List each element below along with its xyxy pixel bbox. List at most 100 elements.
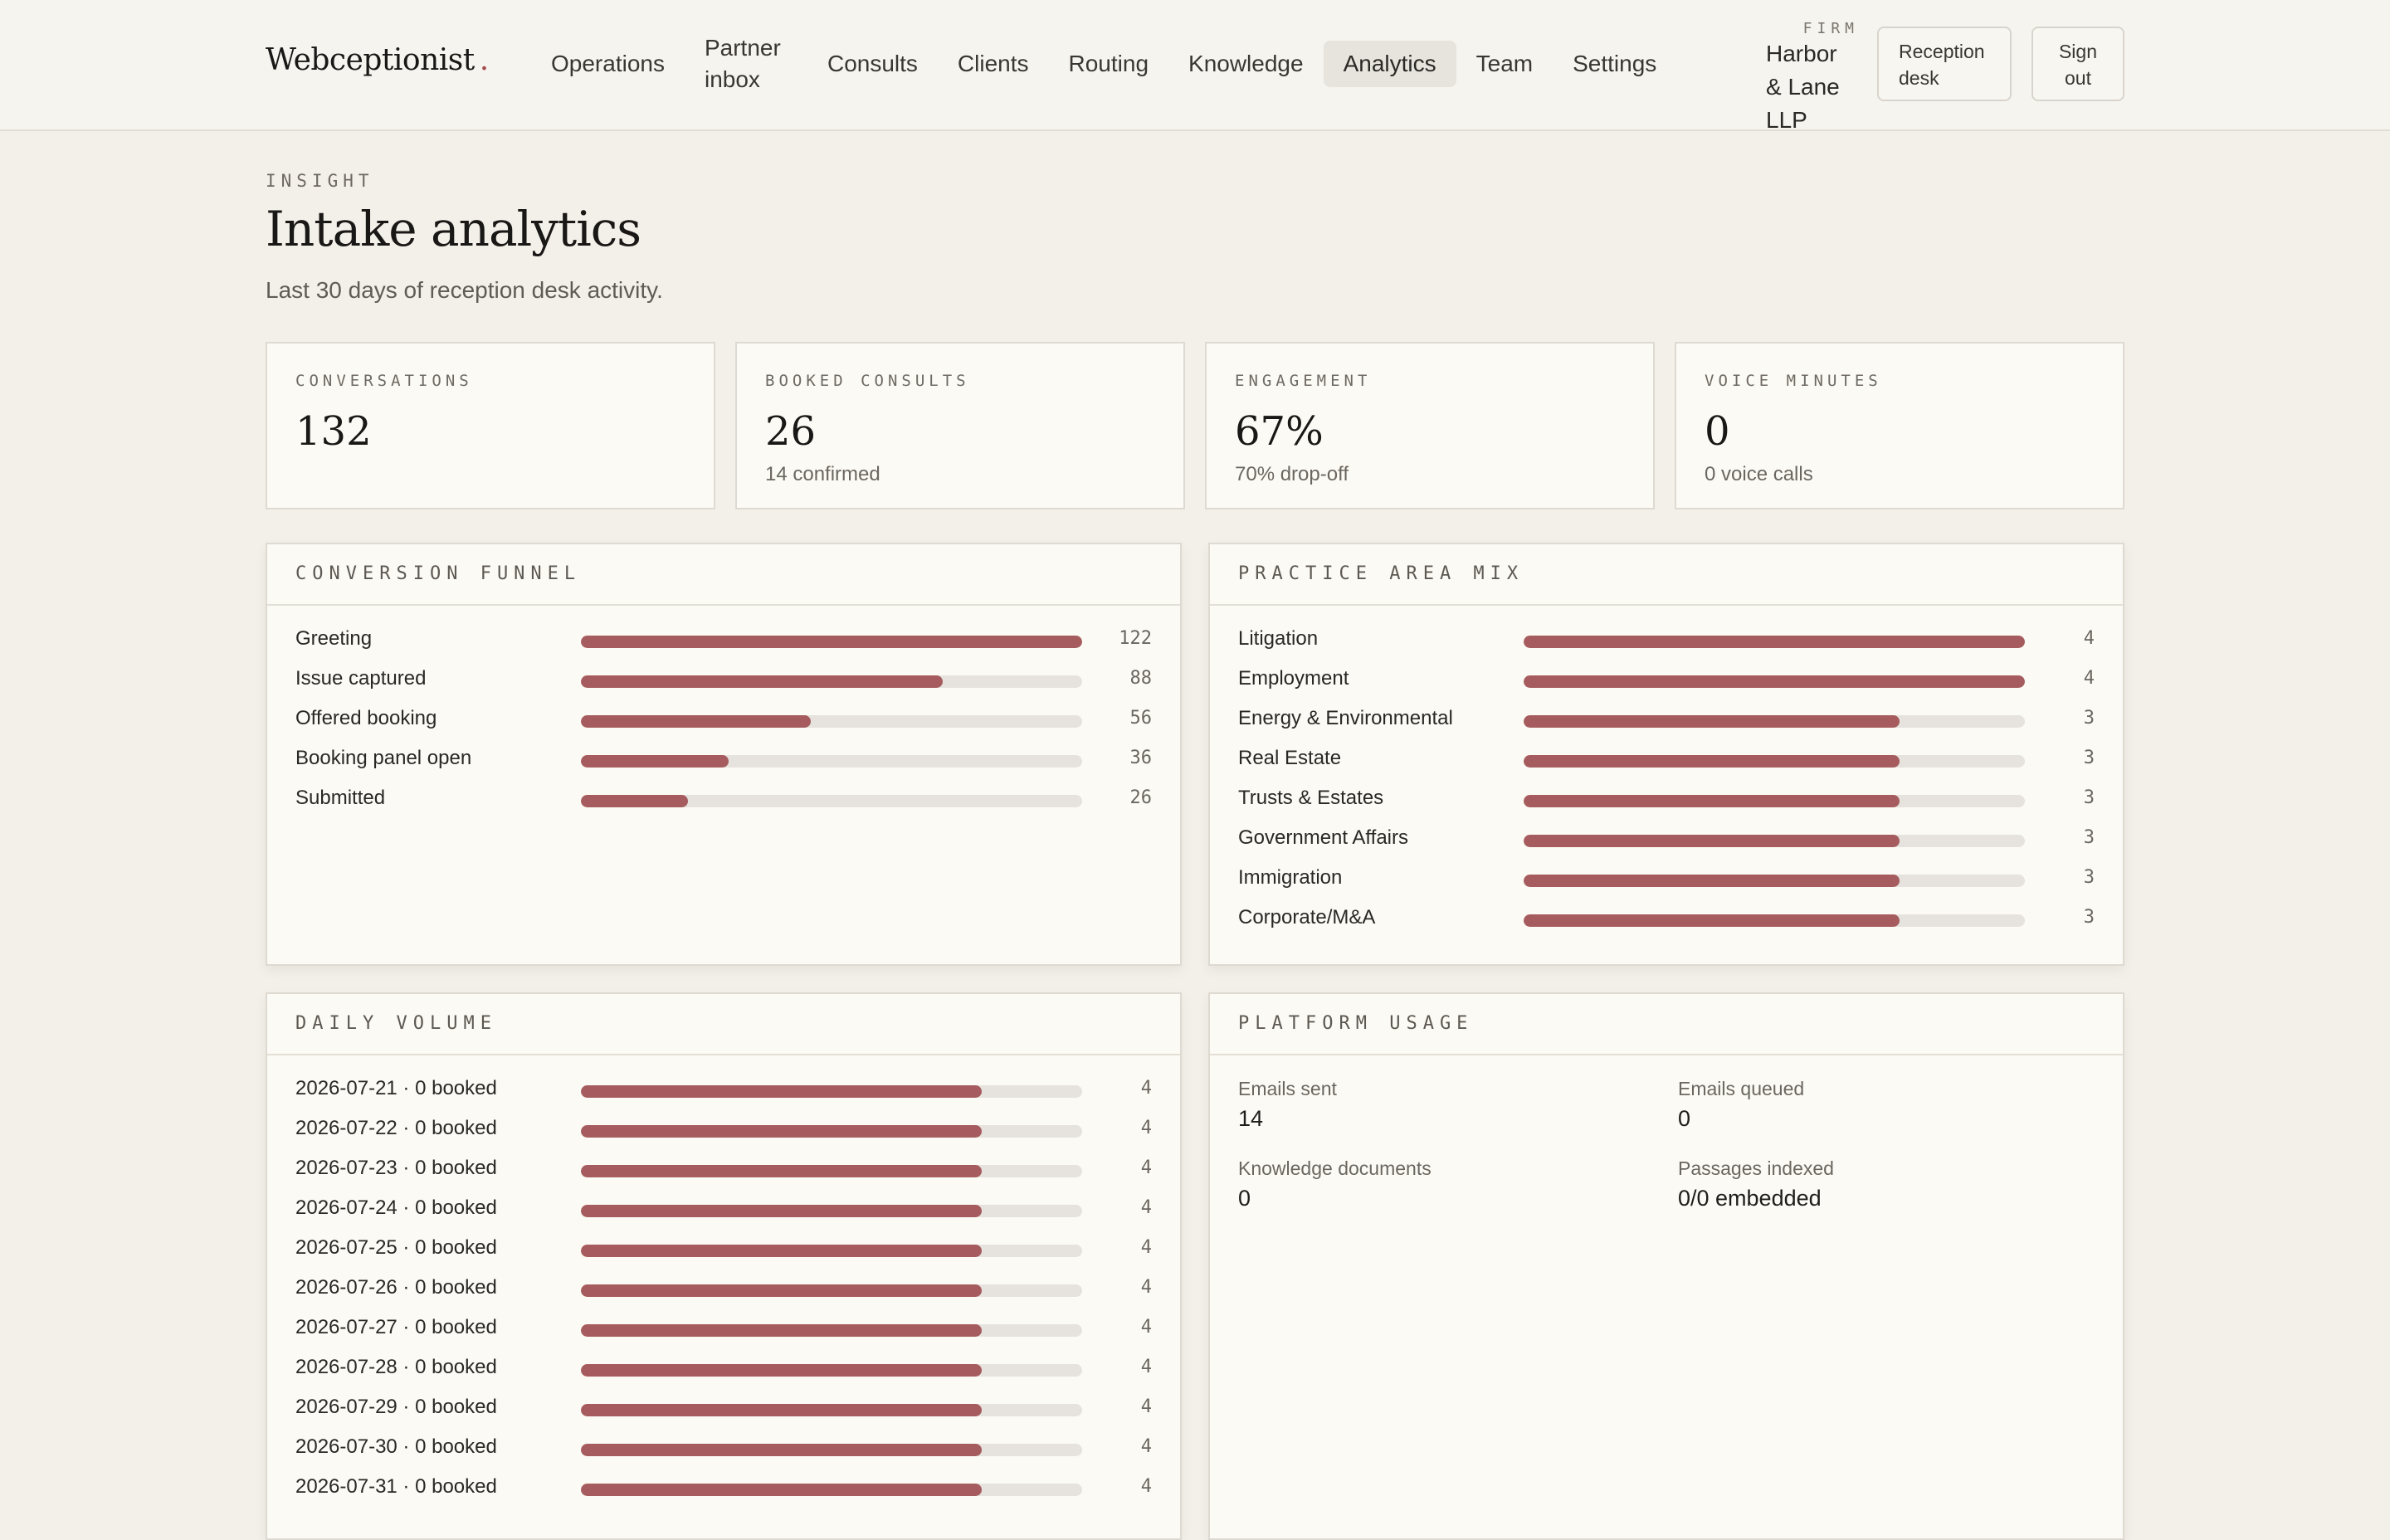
usage-emails-queued: Emails queued 0 — [1678, 1075, 2093, 1135]
row-label: Issue captured — [295, 667, 427, 690]
bar-track — [1524, 914, 2025, 927]
row-value: 4 — [1140, 1317, 1152, 1338]
usage-label: Passages indexed — [1678, 1157, 1834, 1179]
row-label: 2026-07-25 · 0 booked — [295, 1236, 497, 1259]
panel-title: CONVERSION FUNNEL — [267, 544, 1180, 606]
bar-fill — [1524, 835, 1900, 847]
stat-sub: 0 voice calls — [1705, 463, 1813, 485]
bar-track — [581, 1245, 1082, 1257]
bar-fill — [581, 1364, 983, 1377]
row-label: Greeting — [295, 627, 373, 650]
bar-track — [1524, 675, 2025, 688]
row-value: 56 — [1129, 708, 1153, 729]
usage-value: 14 — [1238, 1106, 1264, 1131]
row-value: 3 — [2083, 748, 2095, 768]
usage-label: Emails queued — [1678, 1078, 1805, 1099]
row-label: Energy & Environmental — [1238, 707, 1453, 729]
page-title: Intake analytics — [266, 201, 641, 257]
daily-volume-row: 2026-07-23 · 0 booked 4 — [295, 1155, 1152, 1195]
nav-knowledge[interactable]: Knowledge — [1168, 41, 1324, 87]
funnel-row: Issue captured 88 — [295, 665, 1152, 705]
firm-name: Harbor & Lane LLP — [1766, 41, 1840, 133]
practice-rows: Litigation 4 Employment 4 Energy & Environme… — [1238, 626, 2095, 944]
bar-track — [1524, 715, 2025, 728]
funnel-row: Booking panel open 36 — [295, 745, 1152, 785]
funnel-rows: Greeting 122 Issue captured 88 Offered booki… — [295, 626, 1152, 825]
bar-track — [581, 755, 1082, 768]
sign-out-button[interactable]: Sign out — [2032, 27, 2124, 101]
row-label: 2026-07-26 · 0 booked — [295, 1276, 497, 1299]
main-nav: Operations Partner inbox Consults Client… — [531, 30, 1676, 98]
practice-area-row: Immigration 3 — [1238, 865, 2095, 904]
bar-fill — [581, 715, 812, 728]
bar-fill — [581, 1404, 983, 1416]
bar-track — [581, 715, 1082, 728]
panel-title: PLATFORM USAGE — [1210, 994, 2123, 1055]
row-value: 4 — [1140, 1237, 1152, 1258]
bar-track — [581, 1205, 1082, 1217]
bar-track — [581, 636, 1082, 648]
bar-track — [581, 1125, 1082, 1138]
funnel-row: Greeting 122 — [295, 626, 1152, 665]
bar-fill — [581, 1484, 983, 1496]
conversion-funnel-panel: CONVERSION FUNNEL Greeting 122 Issue captu… — [266, 543, 1182, 966]
reception-desk-button[interactable]: Reception desk — [1877, 27, 2012, 101]
bar-track — [581, 1165, 1082, 1177]
row-label: Government Affairs — [1238, 826, 1408, 849]
nav-team[interactable]: Team — [1456, 41, 1553, 87]
row-value: 3 — [2083, 708, 2095, 729]
usage-value: 0/0 embedded — [1678, 1186, 1822, 1211]
nav-clients[interactable]: Clients — [938, 41, 1049, 87]
row-label: 2026-07-23 · 0 booked — [295, 1157, 497, 1179]
nav-settings[interactable]: Settings — [1553, 41, 1676, 87]
nav-operations[interactable]: Operations — [531, 41, 685, 87]
row-label: 2026-07-28 · 0 booked — [295, 1356, 497, 1378]
brand-logo[interactable]: Webceptionist. — [266, 43, 489, 77]
bar-fill — [581, 1165, 983, 1177]
bar-fill — [1524, 755, 1900, 768]
usage-emails-sent: Emails sent 14 — [1238, 1075, 1653, 1135]
practice-area-row: Trusts & Estates 3 — [1238, 785, 2095, 825]
nav-partner-inbox[interactable]: Partner inbox — [685, 26, 807, 102]
row-label: Booking panel open — [295, 747, 472, 769]
bar-fill — [1524, 675, 2025, 688]
row-value: 4 — [1140, 1277, 1152, 1298]
row-value: 3 — [2083, 827, 2095, 848]
bar-fill — [581, 795, 688, 807]
bar-track — [1524, 755, 2025, 768]
bar-fill — [581, 1245, 983, 1257]
daily-volume-row: 2026-07-29 · 0 booked 4 — [295, 1394, 1152, 1434]
stat-label: ENGAGEMENT — [1235, 372, 1372, 390]
row-value: 4 — [1140, 1436, 1152, 1457]
bar-track — [581, 1444, 1082, 1456]
row-label: 2026-07-27 · 0 booked — [295, 1316, 497, 1338]
practice-area-row: Real Estate 3 — [1238, 745, 2095, 785]
bar-track — [1524, 875, 2025, 887]
stat-label: VOICE MINUTES — [1705, 372, 1882, 390]
platform-usage-panel: PLATFORM USAGE Emails sent 14 Emails que… — [1208, 992, 2124, 1540]
bar-fill — [581, 1444, 983, 1456]
row-value: 26 — [1129, 787, 1153, 808]
nav-analytics[interactable]: Analytics — [1323, 41, 1456, 87]
daily-volume-row: 2026-07-21 · 0 booked 4 — [295, 1075, 1152, 1115]
nav-consults[interactable]: Consults — [807, 41, 938, 87]
row-label: Trusts & Estates — [1238, 787, 1384, 809]
practice-area-row: Government Affairs 3 — [1238, 825, 2095, 865]
row-value: 88 — [1129, 668, 1153, 689]
nav-routing[interactable]: Routing — [1049, 41, 1169, 87]
daily-volume-row: 2026-07-28 · 0 booked 4 — [295, 1354, 1152, 1394]
daily-volume-row: 2026-07-22 · 0 booked 4 — [295, 1115, 1152, 1155]
practice-area-mix-panel: PRACTICE AREA MIX Litigation 4 Employment 4… — [1208, 543, 2124, 966]
page-subtitle: Last 30 days of reception desk activity. — [266, 277, 663, 303]
brand-name: Webceptionist — [266, 43, 475, 77]
daily-volume-row: 2026-07-27 · 0 booked 4 — [295, 1314, 1152, 1354]
row-value: 4 — [1140, 1157, 1152, 1178]
usage-label: Knowledge documents — [1238, 1157, 1432, 1179]
bar-track — [1524, 636, 2025, 648]
bar-track — [581, 1484, 1082, 1496]
row-label: 2026-07-31 · 0 booked — [295, 1475, 497, 1498]
bar-track — [581, 1324, 1082, 1337]
row-label: 2026-07-21 · 0 booked — [295, 1077, 497, 1099]
panel-title: PRACTICE AREA MIX — [1210, 544, 2123, 606]
firm-info: FIRM Harbor & Lane LLP — [1766, 20, 1859, 137]
